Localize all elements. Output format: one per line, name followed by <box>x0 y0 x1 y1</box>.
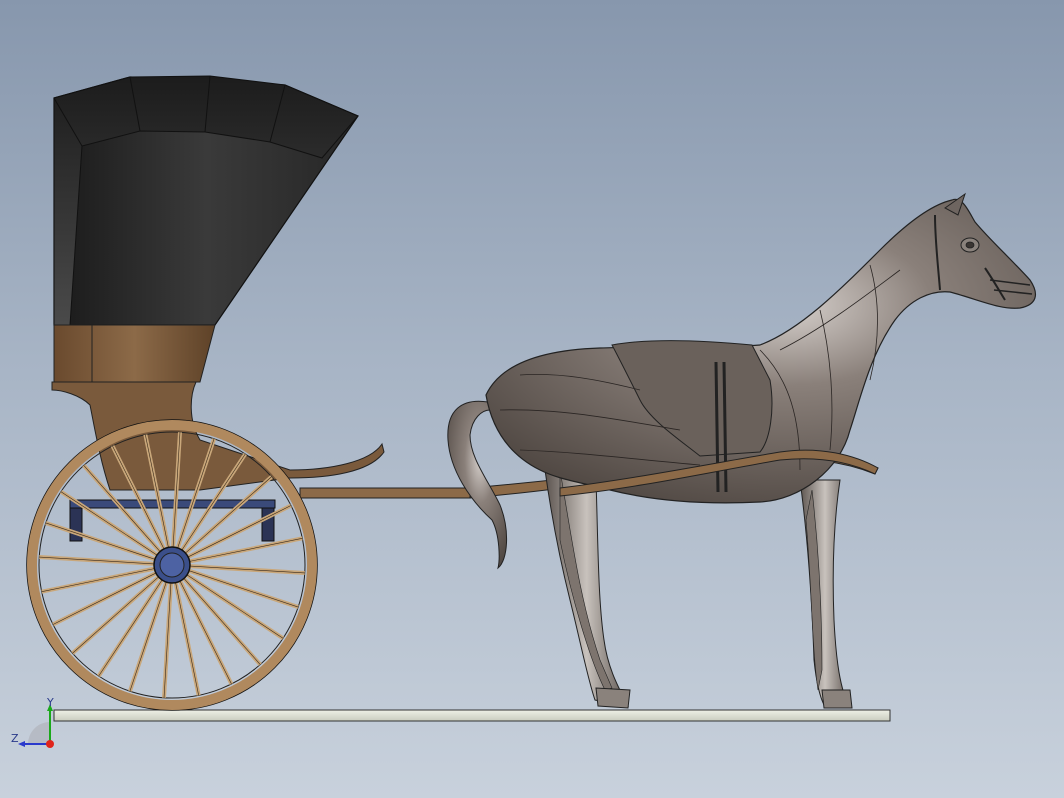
horse-model[interactable] <box>447 192 1037 709</box>
wheel-spoke-edge <box>39 556 155 565</box>
x-axis-icon <box>46 740 54 748</box>
ground-plate[interactable] <box>53 709 891 722</box>
cad-viewport[interactable]: Y Z <box>0 0 1064 798</box>
z-axis-label: Z <box>11 732 19 745</box>
wheel-spoke-edge <box>163 582 172 698</box>
carriage-hood[interactable] <box>53 75 359 326</box>
model-scene[interactable] <box>0 0 1064 798</box>
wheel-spoke-edge <box>189 565 305 574</box>
y-axis-label: Y <box>46 698 54 709</box>
view-orientation-triad[interactable]: Y Z <box>8 698 68 758</box>
